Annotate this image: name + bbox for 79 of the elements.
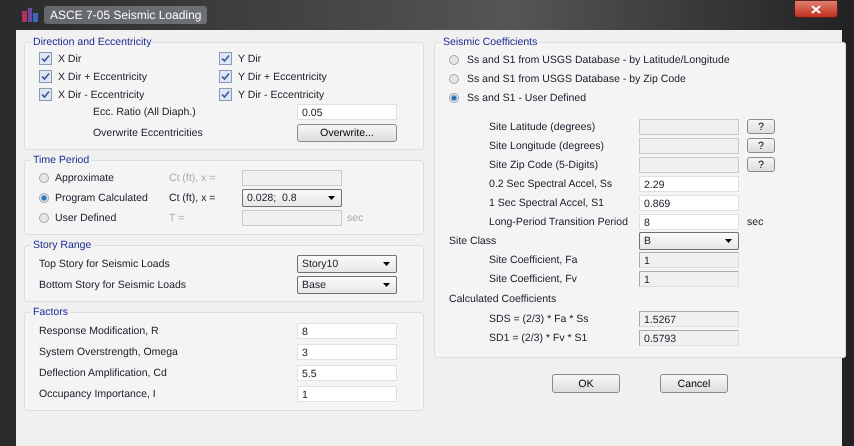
checkbox[interactable] [39, 70, 52, 83]
input-field[interactable]: 3 [297, 344, 397, 360]
checkbox-label: Y Dir [238, 52, 262, 64]
radio-button[interactable] [449, 74, 459, 84]
input-field[interactable]: 2.29 [639, 176, 739, 192]
radio-label: Ss and S1 - User Defined [467, 92, 586, 104]
checkbox-label: X Dir + Eccentricity [58, 70, 147, 82]
checkbox[interactable] [39, 88, 52, 101]
radio-label: Approximate [55, 172, 115, 184]
field-label: Site Coefficient, Fa [489, 254, 579, 266]
field-label: Ecc. Ratio (All Diaph.) [92, 106, 196, 118]
group-title: Seismic Coefficients [442, 36, 538, 48]
dropdown-arrow-icon [725, 238, 732, 242]
field-label: Long-Period Transition Period [489, 216, 629, 228]
group-title: Direction and Eccentricity [32, 36, 152, 48]
readonly-field: 1.5267 [639, 310, 739, 326]
field-label: Response Modification, R [39, 324, 159, 336]
field-label: Occupancy Importance, I [39, 388, 156, 400]
dropdown-arrow-icon [383, 282, 390, 286]
group-title: Time Period [32, 154, 90, 166]
overwrite-button[interactable]: Overwrite... [297, 124, 397, 142]
close-icon [811, 4, 821, 14]
close-button[interactable] [794, 0, 838, 18]
radio-button[interactable] [39, 193, 49, 203]
input-field[interactable]: 5.5 [297, 364, 397, 380]
unit-label: sec [746, 216, 764, 228]
field-label: Site Longitude (degrees) [489, 140, 605, 152]
readonly-field: 1 [639, 252, 739, 268]
checkbox[interactable] [219, 52, 232, 65]
dropdown-arrow-icon [328, 196, 335, 200]
parameter-label: Ct (ft), x = [169, 192, 216, 204]
parameter-label: T = [169, 212, 186, 224]
checkbox[interactable] [219, 88, 232, 101]
input-field[interactable]: 0.05 [297, 104, 397, 120]
window-title: ASCE 7-05 Seismic Loading [44, 6, 208, 24]
radio-label: User Defined [55, 212, 118, 224]
group-title: Story Range [32, 239, 92, 251]
field-label: 1 Sec Spectral Accel, S1 [489, 196, 605, 208]
field-label: Bottom Story for Seismic Loads [39, 278, 186, 290]
readonly-field: 0.5793 [639, 330, 739, 346]
field-label: SDS = (2/3) * Fa * Ss [489, 312, 590, 324]
input-field[interactable]: 8 [639, 214, 739, 230]
dropdown[interactable]: 0.028; 0.8 [242, 189, 342, 207]
radio-button[interactable] [449, 92, 459, 102]
field-label: 0.2 Sec Spectral Accel, Ss [489, 178, 614, 190]
radio-label: Program Calculated [55, 192, 149, 204]
field-label: Site Coefficient, Fv [489, 272, 578, 284]
checkbox[interactable] [39, 52, 52, 65]
field-label: SD1 = (2/3) * Fv * S1 [489, 332, 588, 344]
field-label: Overwrite Eccentricities [92, 126, 203, 138]
checkbox-label: Y Dir + Eccentricity [238, 70, 327, 82]
checkbox[interactable] [219, 70, 232, 83]
section-label: Calculated Coefficients [449, 292, 556, 304]
checkbox-label: X Dir [58, 52, 82, 64]
readonly-field: 1 [639, 270, 739, 286]
field-label: Top Story for Seismic Loads [39, 258, 170, 270]
checkbox-label: Y Dir - Eccentricity [238, 88, 324, 100]
field-label: Site Latitude (degrees) [489, 120, 596, 132]
input-field[interactable]: 1 [297, 386, 397, 402]
radio-button[interactable] [449, 54, 459, 64]
dropdown-arrow-icon [383, 262, 390, 266]
field-label: System Overstrength, Omega [39, 346, 178, 358]
dropdown[interactable]: Story10 [297, 254, 397, 272]
app-icon [22, 8, 38, 22]
input-field[interactable]: 0.869 [639, 194, 739, 210]
checkbox-label: X Dir - Eccentricity [58, 88, 144, 100]
dialog-button[interactable]: Cancel [660, 374, 728, 393]
field-label: Site Zip Code (5-Digits) [489, 158, 600, 170]
radio-label: Ss and S1 from USGS Database - by Latitude/Longitude [467, 54, 730, 66]
parameter-label: Ct (ft), x = [169, 172, 216, 184]
dialog-button[interactable]: OK [552, 374, 620, 393]
radio-label: Ss and S1 from USGS Database - by Zip Code [467, 72, 686, 84]
dropdown[interactable]: B [639, 232, 739, 250]
field-label: Deflection Amplification, Cd [39, 366, 167, 378]
dropdown[interactable]: Base [297, 276, 397, 294]
field-label: Site Class [449, 234, 498, 246]
input-field[interactable]: 8 [297, 322, 397, 338]
unit-label: sec [346, 212, 364, 224]
group-title: Factors [32, 306, 70, 318]
